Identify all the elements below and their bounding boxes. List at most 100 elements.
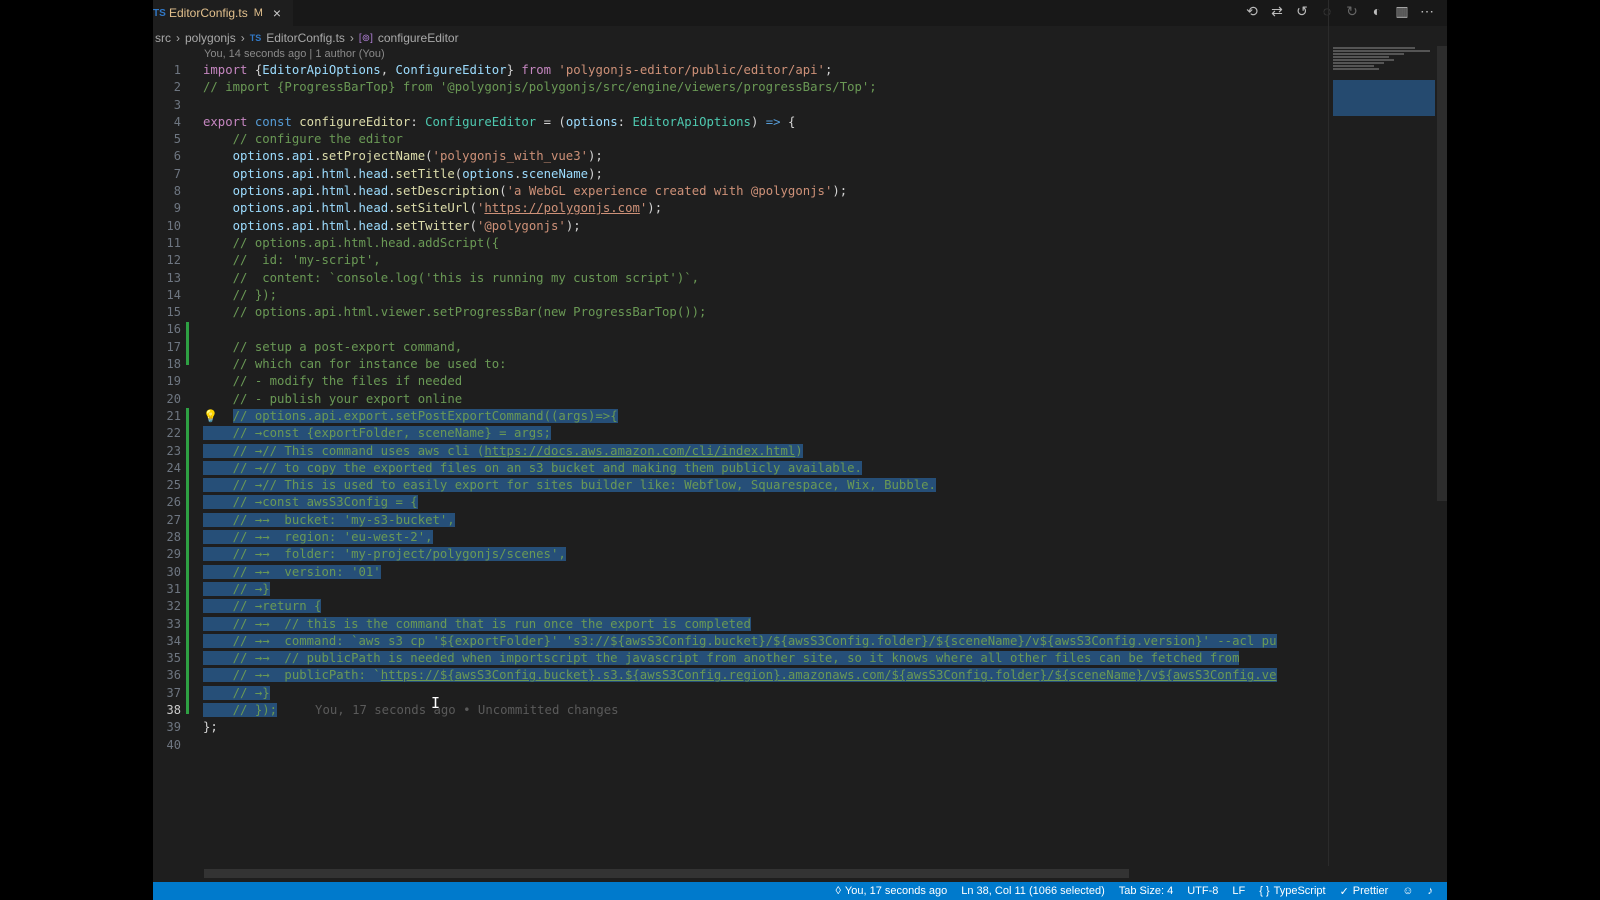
check-icon: ✓	[1339, 885, 1349, 898]
line-number: 34	[166, 633, 181, 648]
code-line-selected: // →const {exportFolder, sceneName} = ar…	[203, 426, 551, 441]
minimap-selection	[1333, 80, 1435, 116]
line-number: 16	[166, 322, 181, 337]
code-line-selected: // →→ version: '01'	[203, 564, 381, 579]
line-number: 26	[166, 495, 181, 510]
line-number: 11	[166, 235, 181, 250]
typescript-icon: TS	[249, 33, 262, 43]
code-line: export const configureEditor: ConfigureE…	[203, 114, 796, 129]
line-number: 17	[166, 339, 181, 354]
line-number: 28	[166, 530, 181, 545]
status-tab-size[interactable]: Tab Size: 4	[1119, 885, 1173, 897]
line-number: 29	[166, 547, 181, 562]
line-number: 14	[166, 287, 181, 302]
horizontal-scrollbar[interactable]	[204, 869, 1129, 878]
breadcrumb-src[interactable]: src	[155, 31, 171, 45]
line-number: 30	[166, 564, 181, 579]
breadcrumb-file[interactable]: EditorConfig.ts	[266, 31, 345, 45]
line-number: 21	[166, 408, 181, 423]
code-area[interactable]: import {EditorApiOptions, ConfigureEdito…	[203, 62, 1322, 754]
forward-icon[interactable]: ↻	[1344, 3, 1360, 20]
code-line: // setup a post-export command,	[232, 339, 463, 354]
line-number: 20	[166, 391, 181, 406]
code-line-selected: // →→ // this is the command that is run…	[203, 616, 751, 631]
code-line: options.api.html.head.setTwitter('@polyg…	[232, 218, 581, 233]
line-number: 5	[173, 132, 181, 147]
line-number: 3	[173, 97, 181, 112]
code-line: options.api.setProjectName('polygonjs_wi…	[232, 149, 603, 164]
status-encoding[interactable]: UTF-8	[1187, 885, 1218, 897]
code-line: // id: 'my-script',	[232, 253, 381, 268]
code-line-selected: // →}	[203, 685, 270, 700]
line-number: 38	[166, 702, 181, 717]
git-modified-indicator[interactable]	[186, 408, 189, 714]
git-commit-icon: ◊	[835, 885, 841, 897]
line-number: 2	[173, 80, 181, 95]
revert-icon[interactable]: ↺	[1294, 3, 1310, 20]
status-eol[interactable]: LF	[1232, 885, 1245, 897]
split-icon[interactable]: ▥	[1394, 3, 1410, 20]
feedback-icon[interactable]: ☺	[1402, 885, 1413, 897]
code-line: // import {ProgressBarTop} from '@polygo…	[203, 80, 877, 95]
history-icon[interactable]: ⟲	[1244, 3, 1260, 20]
line-number: 13	[166, 270, 181, 285]
tab-editorconfig[interactable]: TS EditorConfig.ts M ×	[153, 0, 293, 26]
codelens-blame[interactable]: You, 14 seconds ago | 1 author (You)	[204, 48, 385, 60]
line-number: 24	[166, 460, 181, 475]
code-line: // options.api.html.viewer.setProgressBa…	[232, 305, 707, 320]
line-number: 1	[173, 63, 181, 77]
status-git-blame[interactable]: ◊ You, 17 seconds ago	[835, 885, 947, 897]
line-number: 12	[166, 253, 181, 268]
close-icon[interactable]: ×	[273, 5, 281, 21]
code-line-selected: // →→ region: 'eu-west-2',	[203, 530, 433, 545]
vertical-scrollbar[interactable]	[1437, 46, 1447, 501]
code-line-selected: // →→ folder: 'my-project/polygonjs/scen…	[203, 547, 566, 562]
code-line: // - modify the files if needed	[232, 374, 463, 389]
line-number: 15	[166, 305, 181, 320]
minimap[interactable]	[1333, 46, 1435, 116]
notification-bell-icon[interactable]: ♪	[1428, 885, 1434, 897]
line-number: 37	[166, 685, 181, 700]
line-number: 36	[166, 668, 181, 683]
toggle-icon[interactable]: ◐	[1369, 3, 1385, 20]
code-line: // which can for instance be used to:	[232, 357, 507, 372]
code-line-selected: // →// This command uses aws cli (https:…	[203, 443, 803, 458]
code-line-selected: // options.api.export.setPostExportComma…	[232, 408, 618, 423]
code-line: options.api.html.head.setDescription('a …	[232, 184, 848, 199]
status-cursor-position[interactable]: Ln 38, Col 11 (1066 selected)	[961, 885, 1105, 897]
line-number: 4	[173, 114, 181, 129]
line-number: 27	[166, 512, 181, 527]
git-added-indicator[interactable]	[186, 322, 189, 365]
code-line-selected: // }); You, 17 seconds ago • Uncommitted …	[203, 702, 619, 717]
function-icon: [⊚]	[358, 32, 373, 44]
braces-icon: { }	[1259, 885, 1270, 897]
status-language[interactable]: { } TypeScript	[1259, 885, 1325, 897]
modified-badge: M	[253, 7, 263, 19]
breadcrumb: src › polygonjs › TS EditorConfig.ts › […	[155, 30, 459, 46]
line-number: 10	[166, 218, 181, 233]
tab-bar: TS EditorConfig.ts M × ⟲ ⇄ ↺ ◌ ↻ ◐ ▥ ⋯	[153, 0, 1447, 26]
code-line: options.api.html.head.setTitle(options.s…	[232, 166, 603, 181]
line-number: 40	[166, 737, 181, 752]
status-formatter[interactable]: ✓ Prettier	[1340, 885, 1389, 898]
code-line-selected: // →return {	[203, 599, 322, 614]
line-number: 9	[173, 201, 181, 216]
breadcrumb-function[interactable]: configureEditor	[378, 31, 459, 45]
breadcrumb-folder[interactable]: polygonjs	[185, 31, 236, 45]
more-icon[interactable]: ⋯	[1419, 3, 1435, 20]
compare-icon[interactable]: ⇄	[1269, 3, 1285, 20]
tab-label: EditorConfig.ts	[169, 6, 248, 20]
code-line: import {EditorApiOptions, ConfigureEdito…	[203, 63, 833, 77]
back-icon[interactable]: ◌	[1319, 3, 1335, 20]
chevron-right-icon: ›	[349, 31, 354, 45]
code-line-selected: // →// to copy the exported files on an …	[203, 460, 862, 475]
code-line: // content: `console.log('this is runnin…	[232, 270, 700, 285]
editor-actions: ⟲ ⇄ ↺ ◌ ↻ ◐ ▥ ⋯	[1244, 3, 1435, 20]
status-bar: ◊ You, 17 seconds ago Ln 38, Col 11 (1066…	[153, 882, 1447, 900]
line-number: 22	[166, 426, 181, 441]
line-number: 32	[166, 599, 181, 614]
line-number: 35	[166, 651, 181, 666]
line-number: 8	[173, 184, 181, 199]
code-line-selected: // →→ // publicPath is needed when impor…	[203, 651, 1240, 666]
